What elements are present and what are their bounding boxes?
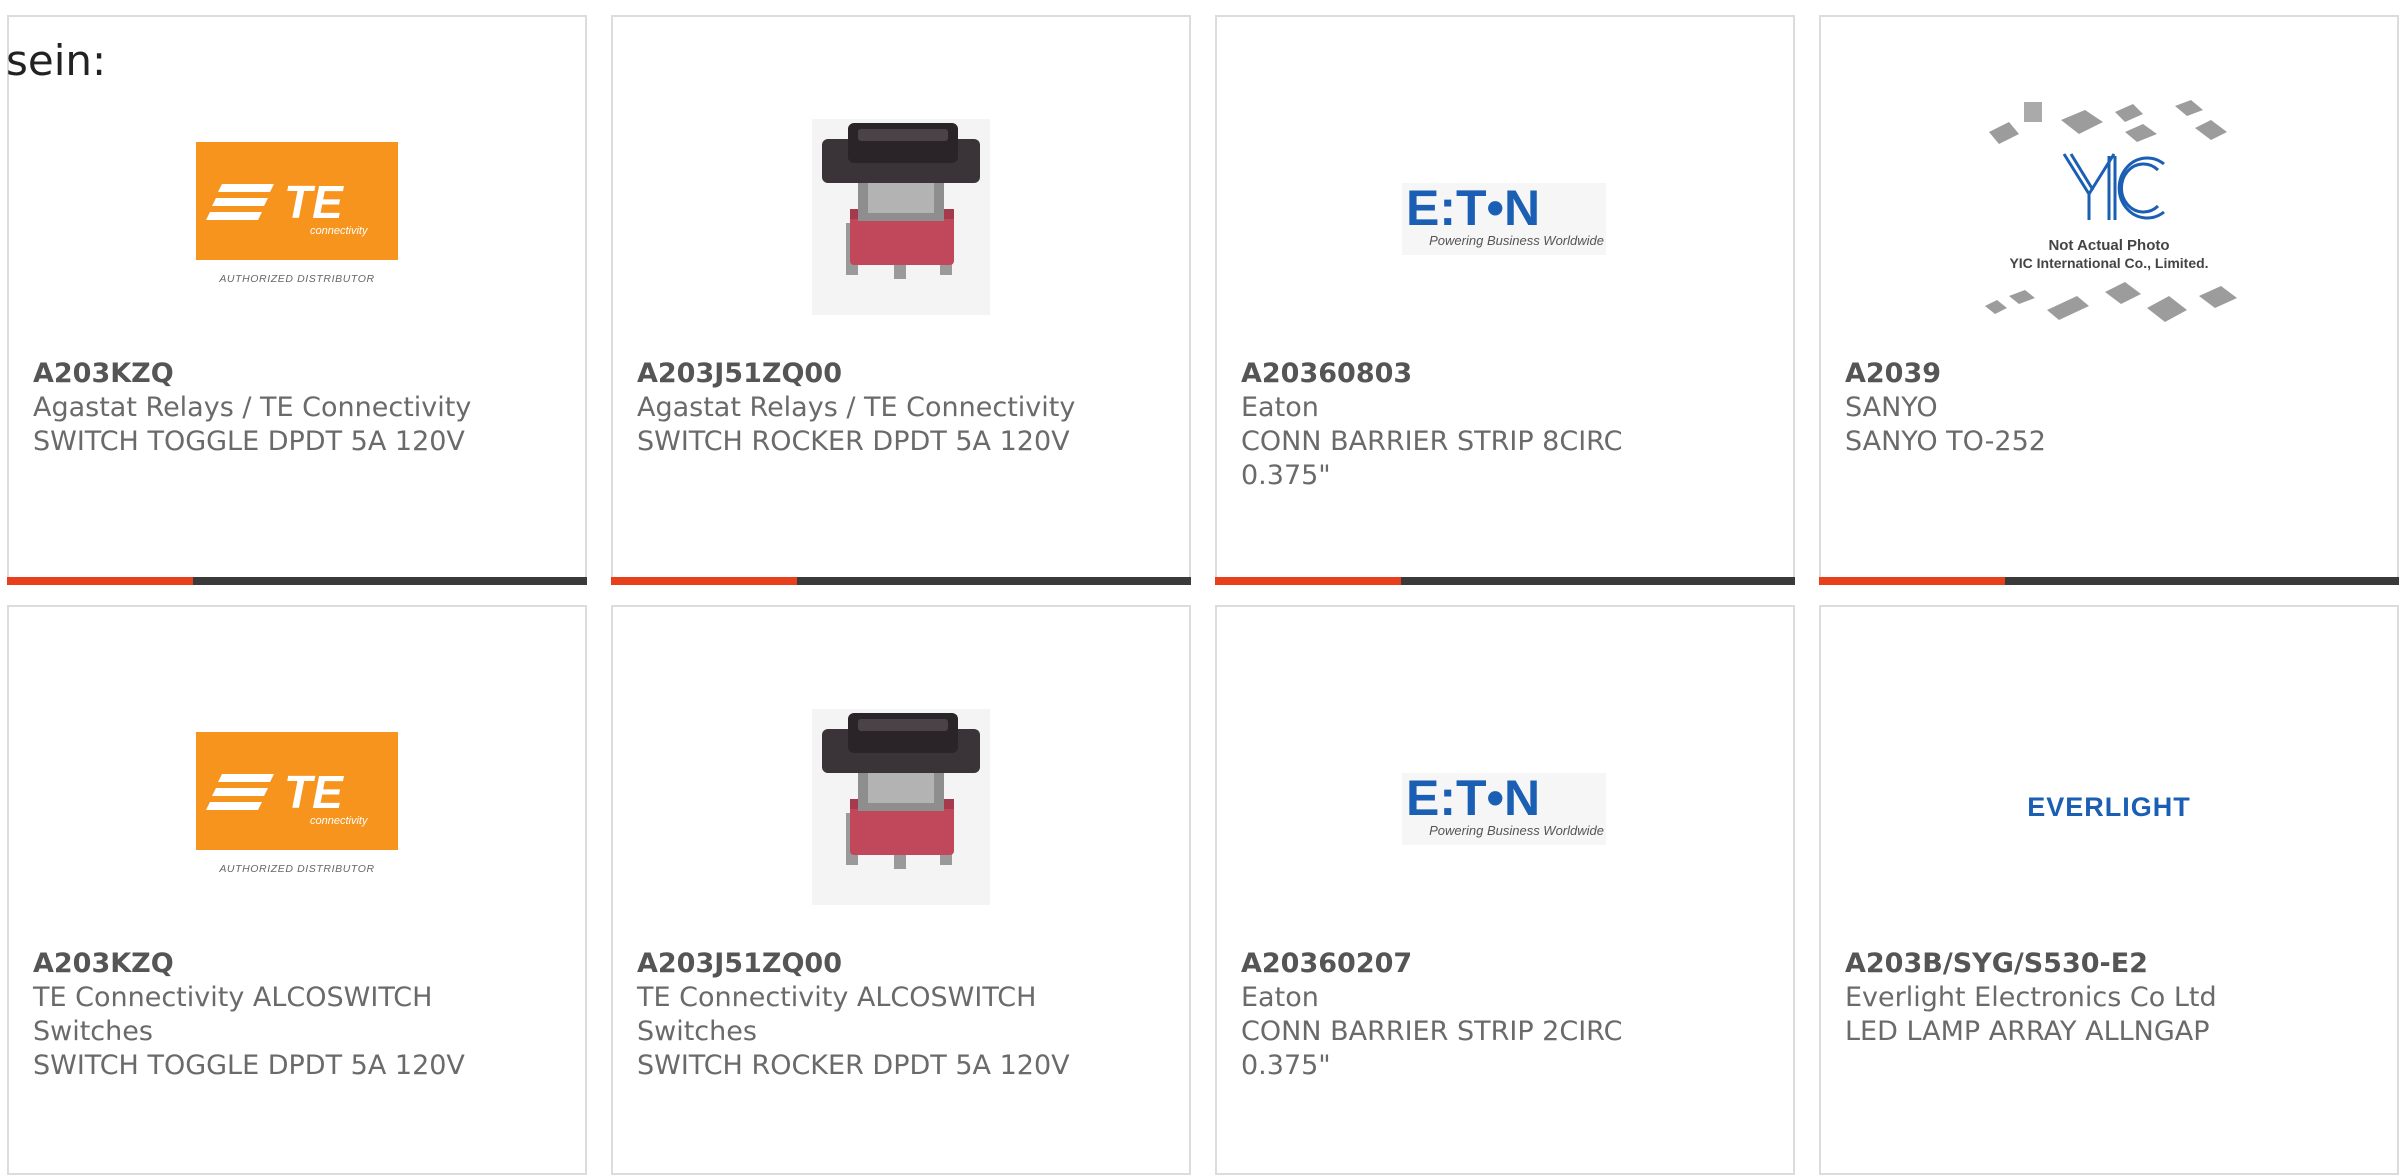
- te-connectivity-logo: TE connectivity AUTHORIZED DISTRIBUTOR: [196, 732, 398, 875]
- manufacturer: Eaton: [1241, 982, 1319, 1013]
- product-card[interactable]: E:T•N Powering Business Worldwide A20360…: [1215, 15, 1795, 585]
- eaton-tagline: Powering Business Worldwide: [1429, 233, 1604, 248]
- product-image: E:T•N Powering Business Worldwide: [1217, 667, 1793, 947]
- svg-text:TE: TE: [284, 176, 344, 228]
- eaton-logo: E:T•N Powering Business Worldwide: [1402, 180, 1606, 255]
- part-number[interactable]: A203J51ZQ00: [637, 947, 1169, 981]
- product-card[interactable]: Not Actual Photo YIC International Co., …: [1819, 15, 2399, 585]
- manufacturer: Eaton: [1241, 392, 1319, 423]
- part-number[interactable]: A20360207: [1241, 947, 1773, 981]
- eaton-logo: E:T•N Powering Business Worldwide: [1402, 770, 1606, 845]
- progress-bar-fill: [1215, 577, 1401, 585]
- svg-text:TE: TE: [284, 766, 344, 818]
- eaton-tagline: Powering Business Worldwide: [1429, 823, 1604, 838]
- part-number[interactable]: A2039: [1845, 357, 2377, 391]
- product-card[interactable]: E:T•N Powering Business Worldwide A20360…: [1215, 605, 1795, 1175]
- product-description: SWITCH TOGGLE DPDT 5A 120V: [33, 1050, 465, 1081]
- progress-bar: [1215, 577, 1795, 585]
- product-description: LED LAMP ARRAY ALLNGAP: [1845, 1016, 2210, 1047]
- product-image: TE connectivity AUTHORIZED DISTRIBUTOR: [9, 77, 585, 357]
- product-card[interactable]: A203J51ZQ00 TE Connectivity ALCOSWITCH S…: [611, 605, 1191, 1175]
- everlight-logo: EVERLIGHT: [2027, 792, 2191, 822]
- manufacturer: SANYO: [1845, 392, 1938, 423]
- product-description: SANYO TO-252: [1845, 426, 2046, 457]
- te-connectivity-logo: TE connectivity AUTHORIZED DISTRIBUTOR: [196, 142, 398, 285]
- product-image: TE connectivity AUTHORIZED DISTRIBUTOR: [9, 667, 585, 947]
- part-number[interactable]: A203B/SYG/S530-E2: [1845, 947, 2377, 981]
- logo-caption: AUTHORIZED DISTRIBUTOR: [218, 273, 374, 285]
- progress-bar-fill: [1819, 577, 2005, 585]
- product-image: E:T•N Powering Business Worldwide: [1217, 77, 1793, 357]
- product-info: A20360803 Eaton CONN BARRIER STRIP 8CIRC…: [1241, 357, 1773, 493]
- progress-bar: [7, 577, 587, 585]
- product-info: A203KZQ Agastat Relays / TE Connectivity…: [33, 357, 565, 459]
- product-card[interactable]: TE connectivity AUTHORIZED DISTRIBUTOR A…: [7, 15, 587, 585]
- product-info: A203B/SYG/S530-E2 Everlight Electronics …: [1845, 947, 2377, 1049]
- rocker-switch-photo: [812, 119, 990, 315]
- product-info: A203J51ZQ00 Agastat Relays / TE Connecti…: [637, 357, 1169, 459]
- manufacturer: TE Connectivity ALCOSWITCH Switches: [33, 982, 433, 1047]
- manufacturer: Everlight Electronics Co Ltd: [1845, 982, 2217, 1013]
- product-description: CONN BARRIER STRIP 8CIRC 0.375": [1241, 426, 1623, 491]
- product-card[interactable]: EVERLIGHT A203B/SYG/S530-E2 Everlight El…: [1819, 605, 2399, 1175]
- product-image: [613, 77, 1189, 357]
- product-image: [613, 667, 1189, 947]
- product-grid: TE connectivity AUTHORIZED DISTRIBUTOR A…: [7, 15, 2399, 1175]
- yic-placeholder-image: Not Actual Photo YIC International Co., …: [1985, 100, 2237, 322]
- part-number[interactable]: A20360803: [1241, 357, 1773, 391]
- progress-bar-fill: [611, 577, 797, 585]
- product-info: A203J51ZQ00 TE Connectivity ALCOSWITCH S…: [637, 947, 1169, 1083]
- part-number[interactable]: A203J51ZQ00: [637, 357, 1169, 391]
- progress-bar: [611, 577, 1191, 585]
- part-number[interactable]: A203KZQ: [33, 357, 565, 391]
- manufacturer: TE Connectivity ALCOSWITCH Switches: [637, 982, 1037, 1047]
- product-description: SWITCH ROCKER DPDT 5A 120V: [637, 426, 1070, 457]
- intro-text: sein:: [6, 36, 107, 85]
- placeholder-notice: Not Actual Photo: [2048, 237, 2169, 254]
- product-card[interactable]: TE connectivity AUTHORIZED DISTRIBUTOR A…: [7, 605, 587, 1175]
- logo-caption: AUTHORIZED DISTRIBUTOR: [218, 863, 374, 875]
- svg-text:E:T•N: E:T•N: [1406, 770, 1540, 826]
- rocker-switch-photo: [812, 709, 990, 905]
- product-card[interactable]: A203J51ZQ00 Agastat Relays / TE Connecti…: [611, 15, 1191, 585]
- manufacturer: Agastat Relays / TE Connectivity: [33, 392, 472, 423]
- product-info: A20360207 Eaton CONN BARRIER STRIP 2CIRC…: [1241, 947, 1773, 1083]
- product-image: Not Actual Photo YIC International Co., …: [1821, 77, 2397, 357]
- progress-bar: [1819, 577, 2399, 585]
- svg-text:EVERLIGHT: EVERLIGHT: [2027, 792, 2191, 822]
- product-description: CONN BARRIER STRIP 2CIRC 0.375": [1241, 1016, 1623, 1081]
- svg-text:connectivity: connectivity: [310, 815, 369, 827]
- product-info: A2039 SANYO SANYO TO-252: [1845, 357, 2377, 459]
- product-info: A203KZQ TE Connectivity ALCOSWITCH Switc…: [33, 947, 565, 1083]
- placeholder-company: YIC International Co., Limited.: [2009, 255, 2208, 271]
- manufacturer: Agastat Relays / TE Connectivity: [637, 392, 1076, 423]
- product-description: SWITCH TOGGLE DPDT 5A 120V: [33, 426, 465, 457]
- product-image: EVERLIGHT: [1821, 667, 2397, 947]
- svg-text:E:T•N: E:T•N: [1406, 180, 1540, 236]
- product-description: SWITCH ROCKER DPDT 5A 120V: [637, 1050, 1070, 1081]
- progress-bar-fill: [7, 577, 193, 585]
- part-number[interactable]: A203KZQ: [33, 947, 565, 981]
- svg-text:connectivity: connectivity: [310, 225, 369, 237]
